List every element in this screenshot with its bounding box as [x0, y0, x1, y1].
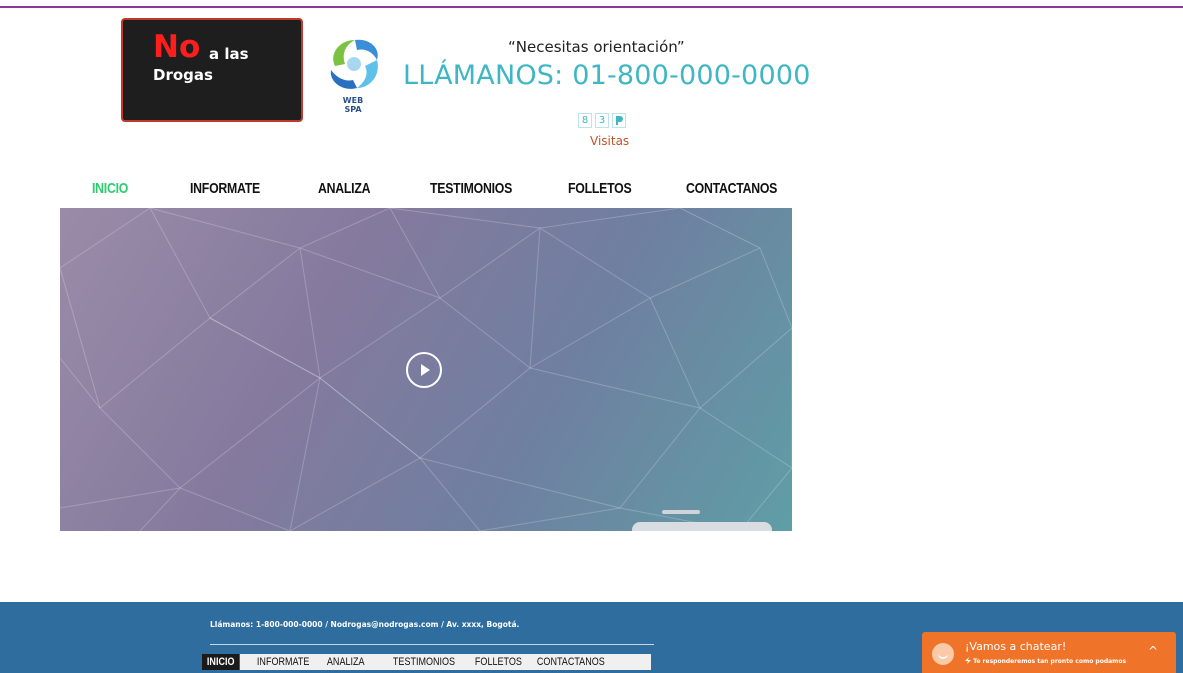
spa-logo-line1: WEB	[342, 96, 364, 105]
chat-title: ¡Vamos a chatear!	[965, 640, 1067, 653]
nav-item-folletos[interactable]: FOLLETOS	[568, 180, 632, 197]
spa-logo-line2: SPA	[344, 105, 362, 114]
footer-nav-analiza[interactable]: ANALIZA	[322, 654, 369, 670]
hero-decoration	[662, 510, 700, 514]
footer-nav-informate[interactable]: INFORMATE	[252, 654, 314, 670]
chat-widget[interactable]: ¡Vamos a chatear! Te responderemos tan p…	[922, 632, 1176, 673]
logo-no-text: No	[153, 29, 201, 65]
nav-item-inicio[interactable]: INICIO	[92, 180, 128, 197]
swirl-logo-icon	[330, 39, 378, 89]
top-accent-line	[0, 6, 1183, 8]
nav-item-analiza[interactable]: ANALIZA	[318, 180, 371, 197]
smile-icon	[932, 643, 954, 665]
no-drogas-logo[interactable]: No a las Drogas	[121, 18, 303, 122]
counter-icon	[612, 113, 626, 128]
footer-contact-info: Llámanos: 1-800-000-0000 / Nodrogas@nodr…	[210, 620, 520, 629]
footer-nav-contactanos[interactable]: CONTACTANOS	[532, 654, 610, 670]
nav-item-contactanos[interactable]: CONTACTANOS	[686, 180, 777, 197]
nav-item-testimonios[interactable]: TESTIMONIOS	[430, 180, 512, 197]
footer-nav: INICIO INFORMATE ANALIZA TESTIMONIOS FOL…	[202, 654, 651, 670]
chat-subtitle-text: Te responderemos tan pronto como podamos	[973, 658, 1127, 665]
counter-digit: 8	[578, 113, 592, 128]
main-nav: INICIO INFORMATE ANALIZA TESTIMONIOS FOL…	[60, 180, 792, 206]
counter-digit: 3	[595, 113, 609, 128]
chat-subtitle: Te responderemos tan pronto como podamos	[965, 657, 1126, 665]
hero-video[interactable]	[60, 208, 792, 531]
hero-decoration	[632, 522, 772, 531]
chevron-up-icon[interactable]: ^	[1148, 644, 1158, 658]
tagline: “Necesitas orientación”	[508, 38, 685, 56]
footer-nav-folletos[interactable]: FOLLETOS	[470, 654, 527, 670]
logo-a-las-text: a las	[209, 45, 249, 63]
web-spa-logo[interactable]: WEB SPA	[325, 36, 381, 118]
footer-divider	[210, 644, 654, 645]
visits-label: Visitas	[590, 134, 630, 148]
phone-number: LLÁMANOS: 01-800-000-0000	[403, 60, 811, 91]
nav-item-informate[interactable]: INFORMATE	[190, 180, 260, 197]
lightning-icon	[965, 657, 971, 664]
footer-nav-testimonios[interactable]: TESTIMONIOS	[388, 654, 460, 670]
play-icon[interactable]	[406, 352, 442, 388]
visit-counter: 8 3	[578, 113, 626, 128]
logo-drogas-text: Drogas	[153, 66, 213, 84]
footer-nav-inicio[interactable]: INICIO	[202, 654, 240, 670]
